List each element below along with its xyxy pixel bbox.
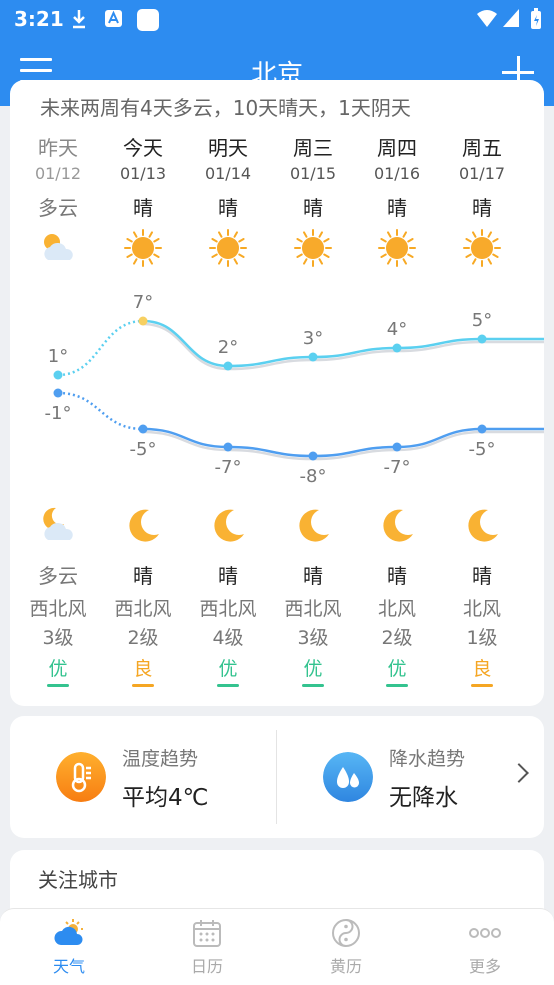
low-temp-label: -5°: [469, 439, 496, 460]
chevron-right-icon[interactable]: [509, 763, 529, 783]
high-temp-label: 3°: [303, 328, 323, 349]
high-temp-point: [392, 343, 402, 353]
thermometer-icon: [56, 752, 106, 802]
precipitation-trend-value: 无降水: [389, 785, 458, 811]
trends-card: 温度趋势 平均4℃ 降水趋势 无降水: [10, 716, 544, 838]
bottom-nav: 天气 日历 黄历 更多: [0, 908, 554, 985]
low-temp-label: -7°: [384, 457, 411, 478]
nav-weather-label: 天气: [52, 957, 85, 976]
forecast-card: 未来两周有4天多云，10天晴天，1天阴天 昨天 01/12 多云 多云 西北风 …: [10, 80, 544, 706]
low-temp-point: [392, 442, 402, 452]
high-temp-line-past: [57, 319, 144, 377]
status-bar: 3:21: [0, 0, 554, 40]
temperature-trend-value: 平均4℃: [122, 785, 209, 811]
followed-cities-title: 关注城市: [38, 868, 118, 892]
nav-calendar[interactable]: 日历: [138, 909, 276, 985]
raindrops-icon: [323, 752, 373, 802]
low-temp-point: [308, 451, 318, 461]
signal-icon: [503, 9, 519, 27]
low-temp-point: [477, 424, 487, 434]
download-icon: [73, 10, 85, 29]
trend-divider: [276, 730, 277, 824]
app-store-icon: [105, 10, 122, 27]
app-square-icon: [137, 9, 159, 31]
high-temp-label: 2°: [218, 337, 238, 358]
high-temp-point: [308, 352, 318, 362]
low-temp-point: [138, 424, 148, 434]
low-temp-point: [223, 442, 233, 452]
high-temp-label: 4°: [387, 319, 407, 340]
weather-icon: [54, 919, 83, 945]
low-temp-point: [53, 388, 63, 398]
status-time: 3:21: [14, 7, 64, 31]
more-icon: [469, 928, 501, 938]
wifi-icon: [477, 10, 497, 27]
high-temp-point: [138, 316, 148, 326]
nav-weather[interactable]: 天气: [0, 909, 138, 985]
high-temp-point: [53, 370, 63, 380]
nav-more[interactable]: 更多: [416, 909, 554, 985]
yinyang-icon: [332, 919, 360, 947]
nav-almanac[interactable]: 黄历: [277, 909, 415, 985]
nav-calendar-label: 日历: [190, 957, 223, 976]
high-temp-point: [223, 361, 233, 371]
battery-icon: [531, 8, 541, 29]
temperature-chart: 1° 7° 2° 3° 4° 5° -1° -5° -7° -8° -7° -5°: [45, 292, 544, 487]
nav-more-label: 更多: [468, 957, 501, 976]
precipitation-trend-title: 降水趋势: [389, 748, 466, 770]
low-temp-label: -5°: [130, 439, 157, 460]
low-temp-label: -1°: [45, 403, 72, 424]
temperature-trend-title: 温度趋势: [122, 748, 199, 770]
nav-almanac-label: 黄历: [329, 957, 362, 976]
high-temp-label: 5°: [472, 310, 492, 331]
high-temp-label: 7°: [133, 292, 153, 313]
low-temp-label: -7°: [215, 457, 242, 478]
calendar-icon: [193, 920, 221, 947]
high-temp-label: 1°: [48, 346, 68, 367]
high-temp-point: [477, 334, 487, 344]
low-temp-label: -8°: [300, 466, 327, 487]
